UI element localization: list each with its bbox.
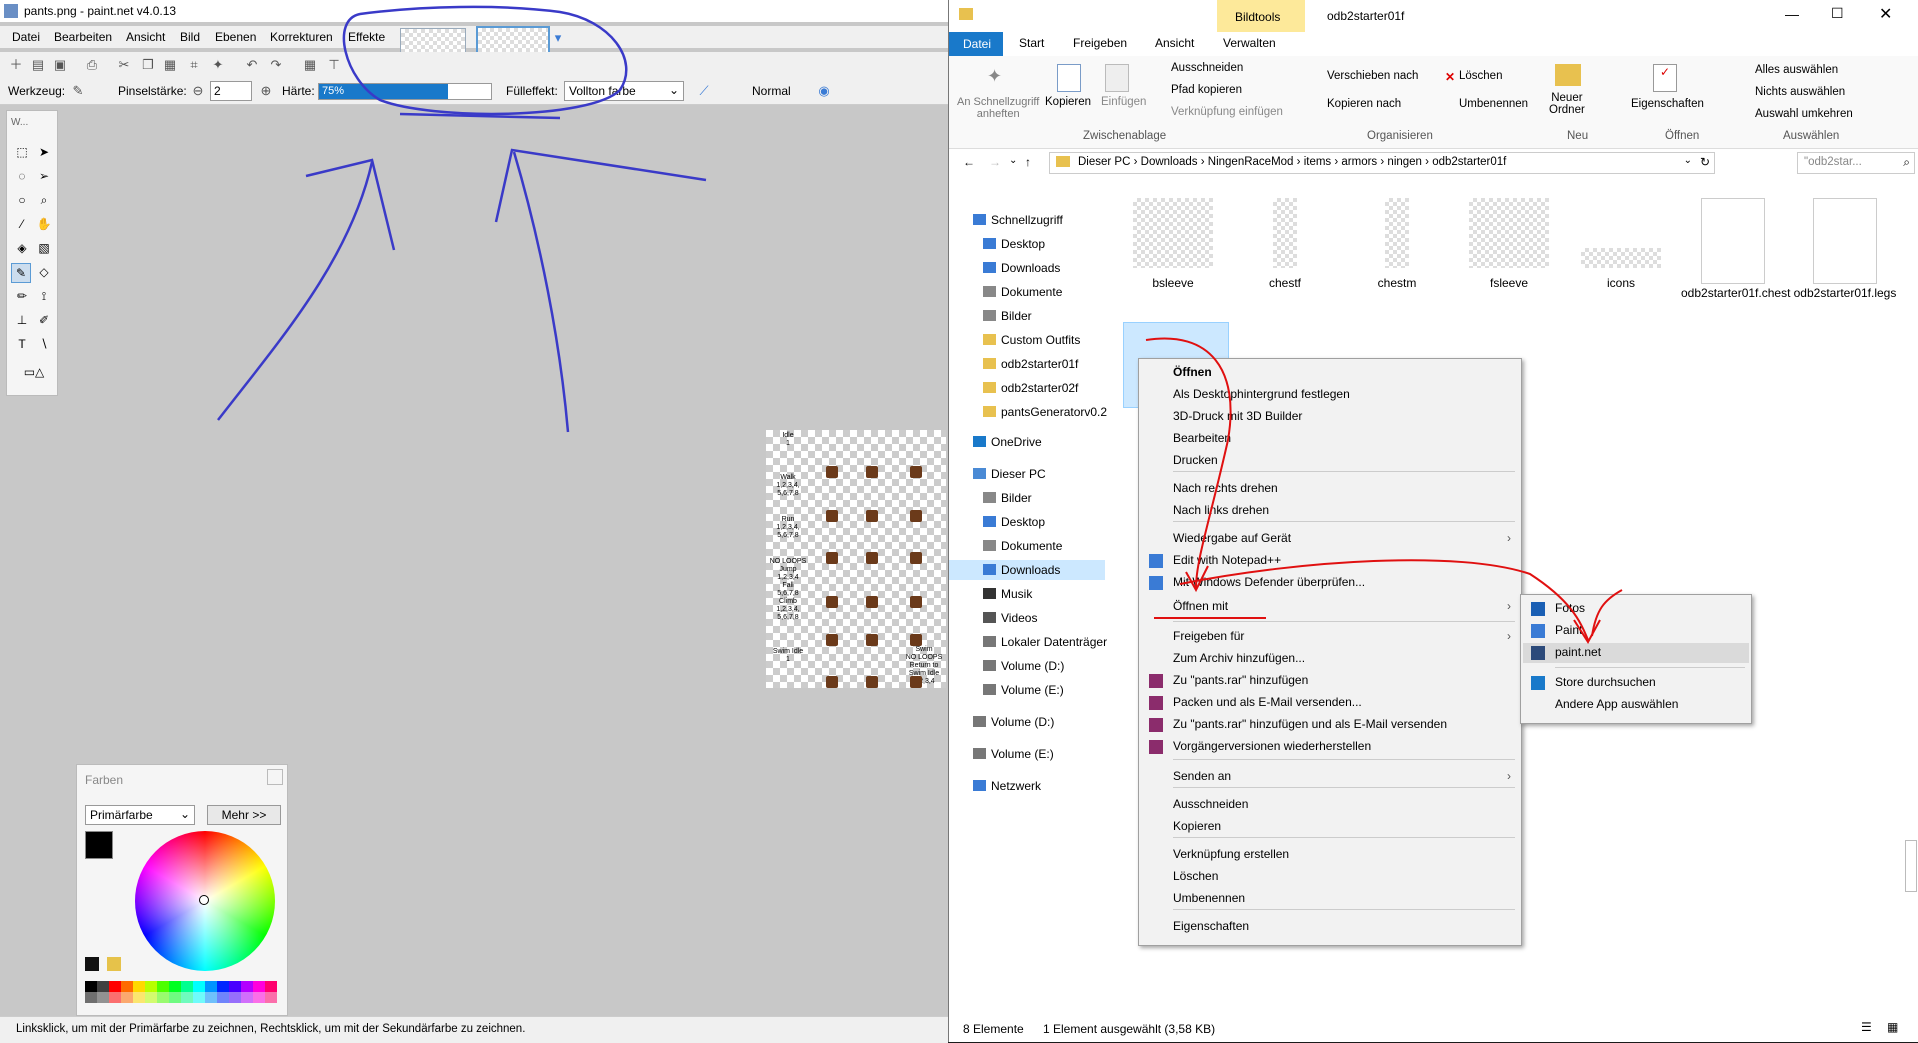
blue-arrow-stroke-2 [512,151,570,433]
red-mark-stroke [1591,589,1623,637]
annotation-overlay [217,5,1623,644]
blue-circle-stroke [342,5,628,116]
red-arrow-stroke-1 [1145,337,1232,589]
red-arrowhead-2 [1573,619,1601,644]
red-arrow-stroke-2 [1179,559,1589,641]
blue-arrowhead-2 [494,148,707,223]
blue-arrow-stroke-1 [217,161,374,421]
blue-arrowhead-1 [305,158,396,251]
